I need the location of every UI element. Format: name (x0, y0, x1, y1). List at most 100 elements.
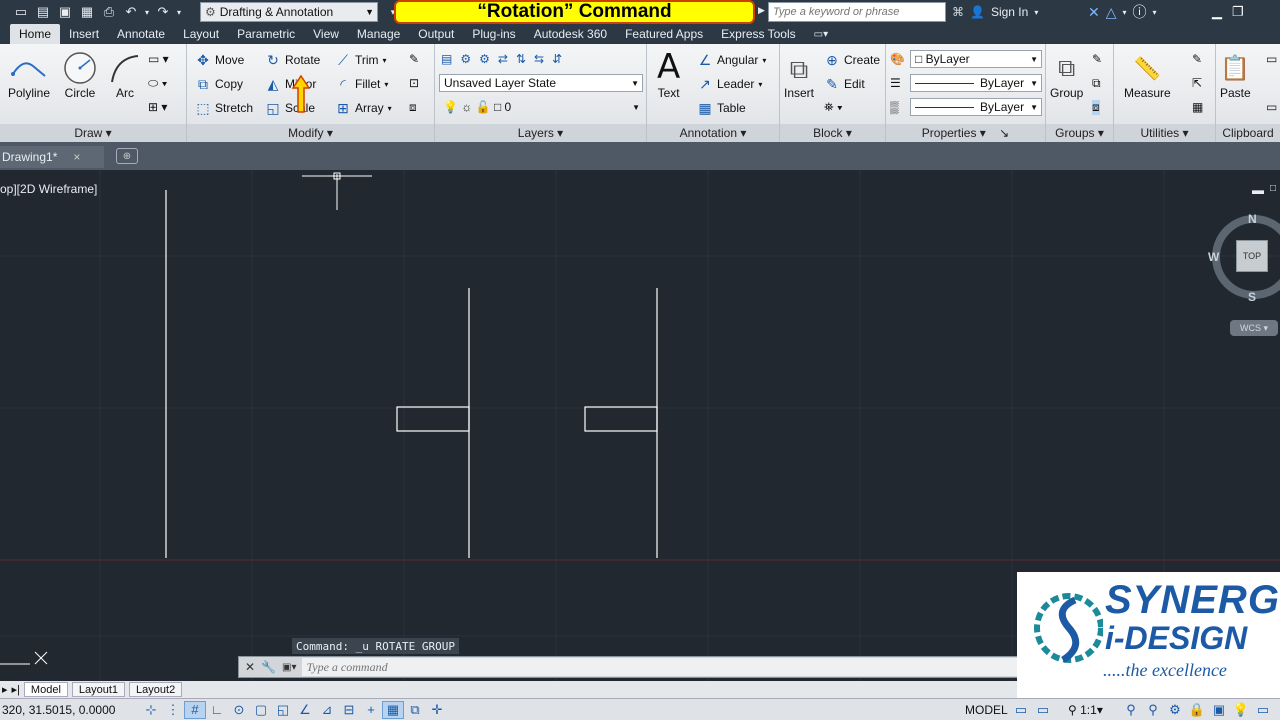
hardware-acceleration-icon[interactable]: ▣ (1208, 701, 1230, 719)
tab-output[interactable]: Output (409, 24, 463, 44)
viewcube-south[interactable]: S (1248, 290, 1256, 304)
match-properties-icon[interactable]: 🎨 (890, 52, 905, 66)
tab-scroll-right-icon[interactable]: ▸| (12, 683, 20, 696)
a360-icon[interactable]: △ (1106, 4, 1117, 21)
quick-view-layouts-icon[interactable]: ▭ (1010, 701, 1032, 719)
copy-button[interactable]: ⧉ Copy (195, 76, 243, 92)
quick-view-drawings-icon[interactable]: ▭ (1032, 701, 1054, 719)
text-button[interactable]: A Text (657, 48, 680, 100)
insert-button[interactable]: ⧉ Insert (784, 52, 814, 100)
ribbon-options-icon[interactable]: ▭▾ (805, 24, 837, 44)
tab-autodesk-360[interactable]: Autodesk 360 (525, 24, 616, 44)
ortho-icon[interactable]: ∟ (206, 701, 228, 719)
tab-plugins[interactable]: Plug-ins (463, 24, 524, 44)
selection-cycling-icon[interactable]: ✛ (426, 701, 448, 719)
chevron-down-icon[interactable]: ▾ (1034, 8, 1038, 17)
quick-properties-icon[interactable]: ⧉ (404, 701, 426, 719)
undo-icon[interactable]: ↶ (120, 2, 142, 22)
angular-button[interactable]: ∠ Angular ▾ (697, 52, 767, 68)
redo-icon[interactable]: ↷ (152, 2, 174, 22)
sign-in-label[interactable]: Sign In (991, 5, 1028, 19)
layer-prev-icon[interactable]: ⇄ (498, 52, 508, 66)
utilities-panel-title[interactable]: Utilities ▾ (1114, 124, 1215, 142)
viewport-minimize-icon[interactable]: ▬ (1252, 183, 1264, 197)
undo-dropdown-icon[interactable]: ▾ (142, 2, 152, 22)
circle-button[interactable]: Circle (62, 50, 98, 100)
viewcube-top-face[interactable]: TOP (1236, 240, 1268, 272)
table-button[interactable]: ▦ Table (697, 100, 745, 116)
tab-home[interactable]: Home (10, 24, 61, 44)
layer-freeze-icon[interactable]: ⇆ (534, 52, 544, 66)
viewcube[interactable]: N S W TOP WCS ▾ (1208, 210, 1280, 336)
transparency-toggle-icon[interactable]: ▦ (382, 700, 404, 719)
create-block-button[interactable]: ⊕ Create (824, 52, 880, 68)
block-attributes-icon[interactable]: ⛯ ▾ (824, 100, 843, 115)
chevron-down-icon[interactable]: ▾ (1123, 8, 1127, 17)
offset-icon[interactable]: ⧈ (409, 100, 417, 115)
viewcube-west[interactable]: W (1208, 250, 1219, 264)
copy-clip-icon[interactable]: ▭ (1266, 100, 1277, 114)
infer-constraints-icon[interactable]: ⊹ (140, 701, 162, 719)
tab-manage[interactable]: Manage (348, 24, 409, 44)
model-space-label[interactable]: MODEL (965, 703, 1008, 717)
snap-icon[interactable]: ⋮ (162, 701, 184, 719)
region-icon[interactable]: ⊞ ▾ (148, 100, 167, 114)
auto-scale-icon[interactable]: ⚲ (1142, 701, 1164, 719)
workspace-select[interactable]: ⚙ Drafting & Annotation ▼ (200, 2, 378, 22)
chevron-right-icon[interactable]: ▶ (758, 5, 765, 16)
edit-block-button[interactable]: ✎ Edit (824, 76, 865, 92)
group-button[interactable]: ⧉ Group (1050, 52, 1083, 100)
explode-icon[interactable]: ⊡ (409, 76, 419, 90)
file-tab-drawing1[interactable]: Drawing1* × (0, 146, 104, 168)
tab-model[interactable]: Model (23, 682, 68, 697)
tab-layout1[interactable]: Layout1 (71, 682, 126, 697)
rotate-button[interactable]: ↻ Rotate (265, 52, 320, 68)
coordinates-readout[interactable]: 320, 31.5015, 0.0000 (0, 703, 140, 717)
erase-icon[interactable]: ✎ (409, 52, 419, 66)
stretch-button[interactable]: ⬚ Stretch (195, 100, 253, 116)
group-selection-icon[interactable]: ⧈ (1092, 100, 1100, 115)
redo-dropdown-icon[interactable]: ▾ (174, 2, 184, 22)
isolate-objects-icon[interactable]: 💡 (1230, 701, 1252, 719)
layer-state-select[interactable]: Unsaved Layer State ▼ (439, 74, 643, 92)
new-tab-button[interactable]: ⊕ (116, 148, 138, 164)
command-input[interactable] (302, 658, 1017, 676)
lineweight-select[interactable]: ByLayer ▼ (910, 98, 1042, 116)
dyn-icon[interactable]: ⊟ (338, 701, 360, 719)
close-icon[interactable]: ✕ (245, 660, 255, 674)
annotation-scale[interactable]: ⚲ 1:1▾ (1068, 703, 1103, 717)
tab-layout[interactable]: Layout (174, 24, 228, 44)
properties-panel-title[interactable]: Properties ▾ ↘ (886, 124, 1045, 142)
clipboard-panel-title[interactable]: Clipboard (1216, 124, 1280, 142)
save-as-icon[interactable]: ▦ (76, 2, 98, 22)
osnap-icon[interactable]: ▢ (250, 701, 272, 719)
measure-button[interactable]: 📏 Measure (1124, 52, 1171, 100)
trim-button[interactable]: ⟋ Trim ▾ (335, 52, 386, 68)
draw-panel-title[interactable]: Draw ▾ (0, 124, 186, 142)
binoculars-icon[interactable]: ⌘ (952, 5, 964, 19)
chevron-down-icon[interactable]: ▾ (1153, 8, 1157, 17)
tab-view[interactable]: View (304, 24, 348, 44)
layer-properties-icon[interactable]: ▤ (441, 52, 452, 66)
polar-icon[interactable]: ⊙ (228, 701, 250, 719)
calculator-icon[interactable]: ▦ (1192, 100, 1203, 114)
lock-ui-icon[interactable]: 🔒 (1186, 701, 1208, 719)
hatch-icon[interactable]: ⬭ ▾ (148, 76, 167, 91)
tab-scroll-left-icon[interactable]: ▸ (2, 683, 8, 696)
arc-button[interactable]: Arc (108, 52, 142, 100)
wrench-icon[interactable]: 🔧 (261, 660, 276, 674)
save-icon[interactable]: ▣ (54, 2, 76, 22)
close-icon[interactable]: × (73, 150, 80, 164)
grid-icon[interactable]: # (184, 700, 206, 719)
tab-express-tools[interactable]: Express Tools (712, 24, 804, 44)
annotation-panel-title[interactable]: Annotation ▾ (647, 124, 779, 142)
ungroup-icon[interactable]: ✎ (1092, 52, 1102, 66)
command-prompt-icon[interactable]: ▣▾ (282, 662, 296, 673)
annotation-visibility-icon[interactable]: ⚲ (1120, 701, 1142, 719)
polyline-button[interactable]: Polyline (8, 52, 50, 100)
tab-featured-apps[interactable]: Featured Apps (616, 24, 712, 44)
viewcube-north[interactable]: N (1248, 212, 1257, 226)
layer-match-icon[interactable]: ⚙ (479, 52, 490, 66)
move-button[interactable]: ✥ Move (195, 52, 244, 68)
help-icon[interactable]: ⓘ (1133, 2, 1147, 22)
